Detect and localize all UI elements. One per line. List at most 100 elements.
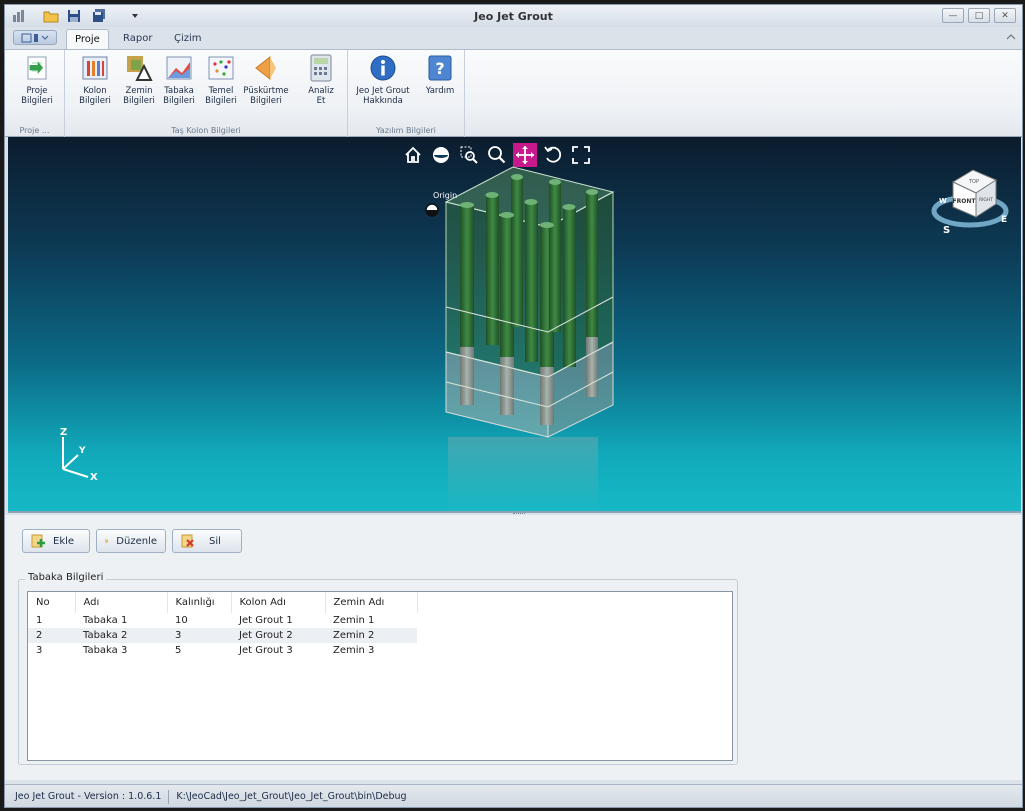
puskurtme-bilgileri-button[interactable]: Püskürtme Bilgileri [243,54,289,120]
button-label: Temel Bilgileri [205,86,237,106]
cell-kolon-adi: Jet Grout 1 [239,615,293,626]
column [586,192,598,352]
column-top [500,212,514,218]
button-label: Püskürtme Bilgileri [243,86,289,106]
calculator-icon [310,54,332,82]
cell-zemin-adi: Zemin 2 [325,628,417,643]
table-row[interactable]: 2 Tabaka 2 3 Jet Grout 2 Zemin 2 [28,628,417,643]
duzenle-label: Düzenle [116,535,157,547]
column [525,202,538,362]
window-title: Jeo Jet Grout [474,10,553,23]
columns-icon [82,56,108,80]
column-lower [586,337,598,397]
column-top [511,174,523,180]
info-icon [370,55,396,81]
button-label: Kolon Bilgileri [79,86,111,106]
group-label: Taş Kolon Bilgileri [171,126,241,135]
group-label: Yazılım Bilgileri [376,126,436,135]
tabaka-bilgileri-button[interactable]: Tabaka Bilgileri [159,54,199,120]
tab-proje[interactable]: Proje [66,29,109,49]
maximize-button[interactable]: □ [968,8,990,23]
hakkinda-button[interactable]: Jeo Jet Grout Hakkında [354,54,412,120]
jet-grout-3d-model: Origin Z Y X TOP FRONT RIGHT S E W [60,166,1009,511]
origin-label: Origin [433,191,457,200]
app-window: Jeo Jet Grout — □ ✕ Proje Rapor Çizim Pr… [4,4,1023,808]
axis-triad: Z Y X [60,427,98,483]
column [486,195,499,345]
kolon-bilgileri-button[interactable]: Kolon Bilgileri [75,54,115,120]
cube-top-label: TOP [968,179,979,185]
view-cube[interactable]: TOP FRONT RIGHT S E W [931,169,1009,236]
proje-bilgileri-button[interactable]: Proje Bilgileri [17,54,57,120]
cell-kalinligi: 5 [175,645,182,656]
axis-z-label: Z [60,427,67,438]
soil-icon [127,56,153,81]
add-icon [31,534,45,548]
cube-front-label: FRONT [953,198,977,205]
status-separator [168,789,170,804]
sil-button[interactable]: Sil [172,529,242,553]
column-header-no[interactable]: No [28,592,76,613]
column-top [562,204,576,210]
column [511,177,523,327]
table-header-row: No Adı Kalınlığı Kolon Adı Zemin Adı [28,592,418,613]
table-row[interactable]: 1 Tabaka 1 10 Jet Grout 1 Zemin 1 [28,613,417,628]
ribbon-group-yazilim: Jeo Jet Grout Hakkında ? Yardım Yazılım … [348,50,465,138]
tabaka-table: No Adı Kalınlığı Kolon Adı Zemin Adı 1 T… [28,592,418,658]
ribbon-group-proje: Proje Bilgileri Proje ... [5,50,65,138]
temel-bilgileri-button[interactable]: Temel Bilgileri [201,54,241,120]
tab-cizim[interactable]: Çizim [166,29,210,49]
column-header-zemin-adi[interactable]: Zemin Adı [325,592,418,613]
3d-viewport[interactable]: Origin Z Y X TOP FRONT RIGHT S E W [8,137,1021,513]
cell-no: 2 [28,628,75,643]
button-label: Tabaka Bilgileri [163,86,195,106]
column-top [540,222,554,228]
column-header-kalinligi[interactable]: Kalınlığı [167,592,232,613]
column [563,207,576,367]
column-header-adi[interactable]: Adı [75,592,168,613]
cell-adi: Tabaka 1 [83,615,128,626]
ribbon-group-tas-kolon: Kolon Bilgileri Zemin Bilgileri Tabaka B… [65,50,348,138]
close-button[interactable]: ✕ [994,8,1016,23]
cell-kalinligi: 3 [167,628,231,643]
cell-zemin-adi: Zemin 1 [333,615,375,626]
column-top [549,179,561,185]
cell-kalinligi: 10 [175,615,188,626]
status-bar: Jeo Jet Grout - Version : 1.0.6.1 K:\Jeo… [5,784,1022,807]
cell-zemin-adi: Zemin 3 [333,645,375,656]
cell-kolon-adi: Jet Grout 2 [231,628,325,643]
column-top [586,189,598,195]
application-menu-button[interactable] [13,30,57,45]
groupbox-title: Tabaka Bilgileri [25,572,107,583]
column [549,182,561,332]
duzenle-button[interactable]: Düzenle [96,529,166,553]
layers-icon [166,56,192,80]
ribbon-collapse-icon[interactable] [1006,32,1016,44]
tab-rapor[interactable]: Rapor [115,29,160,49]
minimize-button[interactable]: — [942,8,964,23]
button-label: Proje Bilgileri [21,86,53,106]
zemin-bilgileri-button[interactable]: Zemin Bilgileri [119,54,159,120]
yardim-button[interactable]: ? Yardım [420,54,460,120]
column-header-kolon-adi[interactable]: Kolon Adı [231,592,326,613]
foundation-scatter-icon [208,56,234,80]
analiz-et-button[interactable]: Analiz Et [301,54,341,120]
delete-icon [181,534,194,548]
column-top [524,199,538,205]
cell-adi: Tabaka 3 [83,645,128,656]
ribbon-tab-row: Proje Rapor Çizim [5,27,1022,49]
button-label: Jeo Jet Grout Hakkında [356,86,410,106]
button-label: Zemin Bilgileri [123,86,155,106]
spray-icon [255,55,276,81]
cell-no: 3 [36,645,43,656]
button-label: Analiz Et [308,86,334,106]
cube-right-label: RIGHT [979,197,993,203]
ekle-button[interactable]: Ekle [22,529,90,553]
compass-e-label: E [1001,215,1007,225]
axis-x-label: X [90,472,98,483]
help-icon: ? [428,55,452,81]
svg-text:?: ? [435,59,444,78]
table-row[interactable]: 3 Tabaka 3 5 Jet Grout 3 Zemin 3 [28,643,417,658]
status-version: Jeo Jet Grout - Version : 1.0.6.1 [15,791,162,802]
tabaka-grid[interactable]: No Adı Kalınlığı Kolon Adı Zemin Adı 1 T… [27,591,733,761]
